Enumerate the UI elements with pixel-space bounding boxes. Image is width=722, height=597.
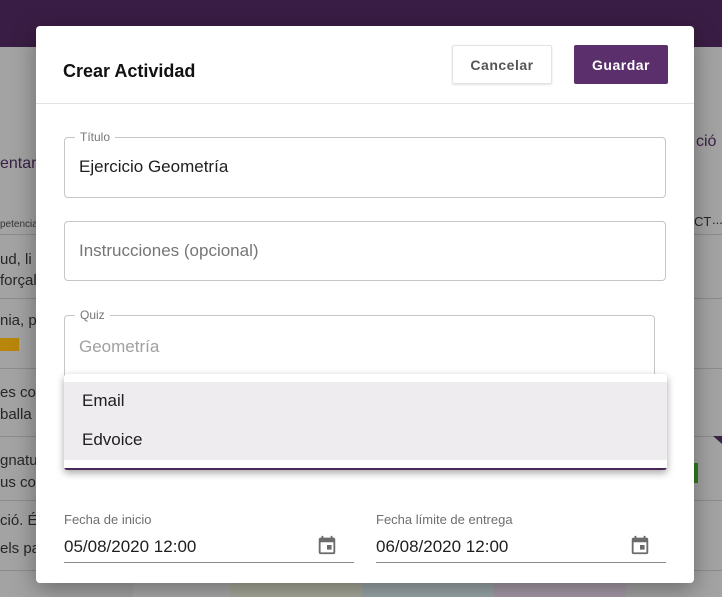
bg-footer-cell <box>230 583 362 597</box>
instructions-field[interactable]: Instrucciones (opcional) <box>64 221 666 281</box>
bg-tab-label: entar <box>0 155 37 172</box>
bg-row-text: forçal <box>0 272 37 289</box>
dialog-header: Crear Actividad Cancelar Guardar <box>36 26 694 104</box>
bg-row-text: es co <box>0 384 36 401</box>
due-date-label: Fecha límite de entrega <box>376 512 513 527</box>
dropdown-options-area: Email Edvoice <box>64 382 667 460</box>
due-date-underline <box>376 562 666 563</box>
save-button[interactable]: Guardar <box>574 45 668 84</box>
bg-right-tab-label: ció <box>696 133 717 150</box>
bg-corner-marker <box>713 436 722 444</box>
start-date-underline <box>64 562 354 563</box>
title-field[interactable]: Título Ejercicio Geometría <box>64 130 666 198</box>
dropdown-underline <box>64 468 667 470</box>
dialog-title: Crear Actividad <box>63 61 196 81</box>
title-input[interactable]: Ejercicio Geometría <box>79 157 639 177</box>
calendar-icon[interactable] <box>629 534 651 556</box>
title-field-label: Título <box>75 130 116 144</box>
bg-footer-cell <box>362 583 494 597</box>
dropdown-option-email[interactable]: Email <box>82 391 125 411</box>
start-date-label: Fecha de inicio <box>64 512 152 527</box>
bg-column-more: ... <box>712 212 722 227</box>
cancel-button[interactable]: Cancelar <box>452 45 552 84</box>
bg-row-text: ció. É <box>0 512 38 529</box>
bg-row-text: gnatu <box>0 452 38 469</box>
bg-progress-bar <box>0 338 19 351</box>
create-activity-dialog: Crear Actividad Cancelar Guardar Título … <box>36 26 694 583</box>
bg-row-text: us co <box>0 474 36 491</box>
instructions-input[interactable]: Instrucciones (opcional) <box>79 241 639 261</box>
quiz-field-label: Quiz <box>75 308 110 322</box>
due-date-input[interactable]: 06/08/2020 12:00 <box>376 537 508 557</box>
bg-footer-cell <box>133 583 230 597</box>
calendar-icon[interactable] <box>316 534 338 556</box>
bg-footer-cell <box>494 583 626 597</box>
start-date-input[interactable]: 05/08/2020 12:00 <box>64 537 196 557</box>
dropdown-option-edvoice[interactable]: Edvoice <box>82 430 142 450</box>
bg-column-header: petencia <box>0 219 38 230</box>
bg-column-header-right: CT <box>694 214 712 229</box>
quiz-selected-value[interactable]: Geometría <box>79 337 639 357</box>
quiz-dropdown-menu: Email Edvoice <box>64 374 667 470</box>
